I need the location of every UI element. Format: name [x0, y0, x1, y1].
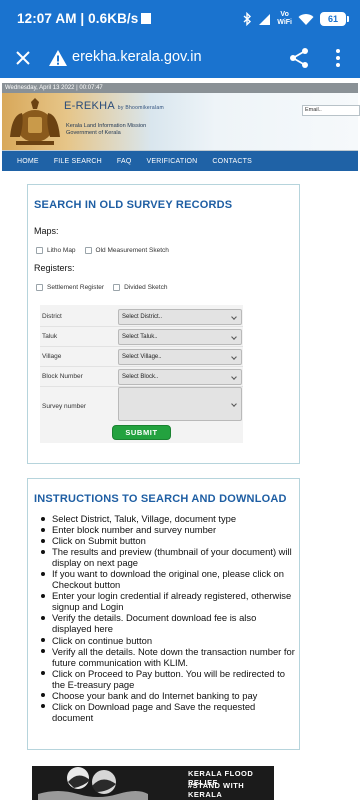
brand-title: E-REKHA by Bhoomikeralam [64, 100, 164, 112]
status-time: 12:07 AM | 0.6KB/s [17, 11, 152, 26]
submit-button[interactable]: SUBMIT [112, 425, 171, 440]
settlement-register-label: Settlement Register [47, 284, 105, 291]
taluk-label: Taluk [42, 333, 58, 340]
district-label: District [42, 313, 62, 320]
list-item: Click on Submit button [40, 535, 298, 546]
search-form: District Select District.. Taluk Select … [40, 305, 243, 443]
district-row: District Select District.. [40, 307, 243, 327]
search-panel: SEARCH IN OLD SURVEY RECORDS Maps: Litho… [27, 184, 300, 464]
list-item: Select District, Taluk, Village, documen… [40, 513, 298, 524]
divided-sketch-checkbox[interactable] [113, 284, 121, 291]
nav-faq[interactable]: FAQ [117, 158, 132, 165]
status-bar: 12:07 AM | 0.6KB/s Vo WiFi 61 [0, 0, 360, 38]
nav-verification[interactable]: VERIFICATION [147, 158, 198, 165]
date-strip: Wednesday, April 13 2022 | 00:07:47 [2, 83, 358, 93]
taluk-row: Taluk Select Taluk.. [40, 327, 243, 347]
settlement-register-checkbox[interactable] [36, 284, 43, 291]
list-item: Verify the details. Document download fe… [40, 612, 298, 634]
old-measurement-sketch-checkbox[interactable] [84, 247, 92, 254]
list-item: Verify all the details. Note down the tr… [40, 646, 298, 668]
list-item: If you want to download the original one… [40, 568, 298, 590]
brand-subtitle-1: Kerala Land Information Mission [66, 123, 147, 129]
battery-icon: 61 [320, 12, 349, 26]
more-vert-icon[interactable] [326, 46, 350, 70]
nav-file-search[interactable]: FILE SEARCH [54, 158, 102, 165]
nav-home[interactable]: HOME [17, 158, 39, 165]
bluetooth-icon [243, 12, 252, 26]
list-item: Click on Download page and Save the requ… [40, 701, 298, 723]
instructions-title: INSTRUCTIONS TO SEARCH AND DOWNLOAD [34, 493, 287, 505]
registers-label: Registers: [34, 263, 75, 273]
kerala-emblem-icon [10, 98, 60, 145]
maps-options: Litho Map Old Measurement Sketch [36, 247, 169, 254]
instructions-panel: INSTRUCTIONS TO SEARCH AND DOWNLOAD Sele… [27, 478, 300, 750]
url-bar[interactable]: erekha.kerala.gov.in [72, 49, 202, 65]
share-icon[interactable] [287, 46, 311, 70]
list-item: Choose your bank and do Internet banking… [40, 690, 298, 701]
registers-options: Settlement Register Divided Sketch [36, 284, 167, 291]
list-item: Click on continue button [40, 635, 298, 646]
email-field[interactable]: Email.. [302, 105, 360, 116]
list-item: Enter your login credential if already r… [40, 590, 298, 612]
screen-record-icon [141, 13, 152, 24]
signal-icon [259, 13, 271, 25]
vowifi-icon: Vo WiFi [277, 11, 292, 26]
status-icons: Vo WiFi 61 [243, 10, 349, 28]
divided-sketch-label: Divided Sketch [124, 284, 168, 291]
close-icon[interactable] [10, 45, 36, 71]
block-number-row: Block Number Select Block.. [40, 367, 243, 387]
survey-number-label: Survey number [42, 403, 87, 410]
site-nav: HOME FILE SEARCH FAQ VERIFICATION CONTAC… [2, 151, 358, 171]
litho-map-label: Litho Map [47, 247, 76, 254]
taluk-select[interactable]: Select Taluk.. [118, 329, 242, 345]
instructions-list: Select District, Taluk, Village, documen… [40, 513, 298, 723]
flood-illustration-icon [38, 766, 148, 800]
litho-map-checkbox[interactable] [36, 247, 43, 254]
battery-level: 61 [327, 14, 338, 24]
browser-toolbar: erekha.kerala.gov.in [0, 38, 360, 78]
village-label: Village [42, 353, 62, 360]
brand-subtitle-2: Government of Kerala [66, 130, 121, 136]
village-select[interactable]: Select Village.. [118, 349, 242, 365]
block-number-select[interactable]: Select Block.. [118, 369, 242, 385]
block-number-label: Block Number [42, 373, 83, 380]
village-row: Village Select Village.. [40, 347, 243, 367]
list-item: The results and preview (thumbnail of yo… [40, 546, 298, 568]
old-measurement-sketch-label: Old Measurement Sketch [95, 247, 169, 254]
district-select[interactable]: Select District.. [118, 309, 242, 325]
search-title: SEARCH IN OLD SURVEY RECORDS [34, 199, 233, 211]
site-banner: E-REKHA by Bhoomikeralam Kerala Land Inf… [2, 93, 360, 151]
warning-icon[interactable] [48, 48, 68, 68]
maps-label: Maps: [34, 226, 59, 236]
nav-contacts[interactable]: CONTACTS [212, 158, 252, 165]
survey-number-select[interactable] [118, 387, 242, 421]
list-item: Click on Proceed to Pay button. You will… [40, 668, 298, 690]
flood-relief-banner[interactable]: KERALA FLOOD RELIEF #STAND WITH KERALA [32, 766, 274, 800]
list-item: Enter block number and survey number [40, 524, 298, 535]
flood-banner-line2: #STAND WITH KERALA [188, 781, 245, 799]
wifi-icon [298, 13, 314, 25]
